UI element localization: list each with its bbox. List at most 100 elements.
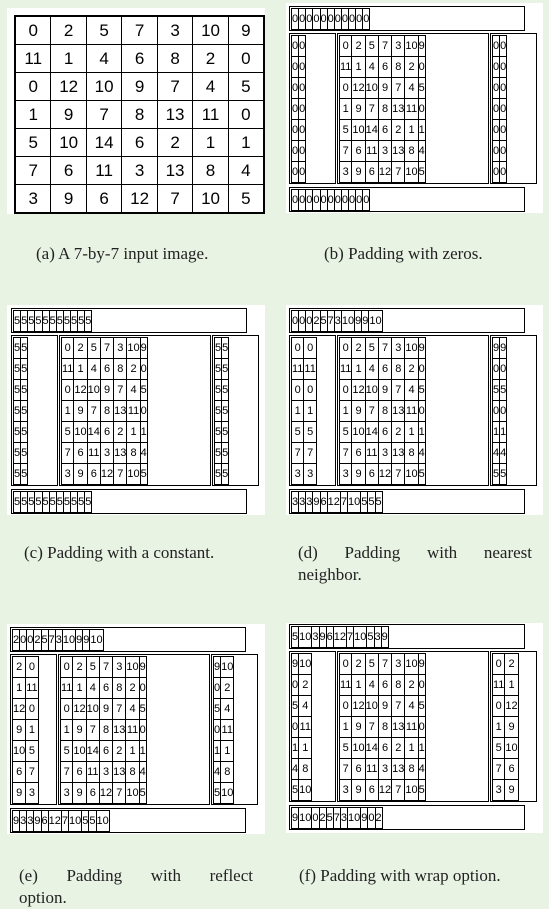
number-table: 5 10 3 9 6 12 7 10 5 3 9 bbox=[290, 626, 389, 648]
table-cell: 5 bbox=[62, 491, 72, 513]
table-cell: 9 bbox=[72, 782, 87, 804]
table-cell: 6 bbox=[121, 44, 158, 73]
table-cell: 7 bbox=[85, 719, 100, 741]
table-row: 00 bbox=[290, 119, 307, 141]
table-cell: 6 bbox=[377, 56, 393, 78]
table-row: 11 1 4 6 8 2 0 bbox=[338, 674, 426, 696]
table-row: 7 6 11 3 13 8 4 bbox=[60, 442, 148, 464]
table-row: 39 bbox=[491, 779, 519, 801]
table-row: 00 bbox=[290, 98, 307, 120]
table-cell: 2 bbox=[404, 674, 419, 696]
table-cell: 8 bbox=[113, 358, 128, 380]
table-cell: 12 bbox=[98, 782, 114, 804]
table-cell: 3 bbox=[377, 140, 393, 162]
table-cell: 0 bbox=[319, 189, 328, 211]
table-cell: 5 bbox=[55, 491, 64, 513]
table-cell: 2 bbox=[312, 310, 321, 332]
table-row: 00 bbox=[491, 119, 508, 141]
table-row: 1 9 7 8 13 11 0 bbox=[338, 716, 426, 738]
table-cell: 9 bbox=[499, 337, 508, 359]
table-cell: 13 bbox=[391, 140, 406, 162]
table-cell: 5 bbox=[227, 72, 265, 101]
table-cell: 6 bbox=[86, 463, 101, 485]
table-cell: 6 bbox=[351, 758, 366, 780]
table-cell: 0 bbox=[499, 400, 508, 422]
table-row: 00 bbox=[290, 77, 307, 99]
table-cell: 10 bbox=[298, 807, 313, 829]
table-cell: 12 bbox=[332, 626, 348, 648]
table-cell: 10 bbox=[85, 72, 123, 101]
table-cell: 4 bbox=[404, 77, 419, 99]
table-cell: 0 bbox=[290, 337, 305, 359]
table-cell: 0 bbox=[290, 716, 300, 738]
table-cell: 0 bbox=[26, 629, 35, 651]
table-cell: 1 bbox=[417, 737, 426, 759]
table-cell: 1 bbox=[351, 674, 366, 696]
table-cell: 11 bbox=[338, 358, 353, 380]
table-cell: 0 bbox=[367, 807, 376, 829]
table-cell: 9 bbox=[491, 337, 501, 359]
table-cell: 11 bbox=[220, 719, 235, 741]
table-row: 55 bbox=[213, 358, 230, 380]
table-cell: 6 bbox=[325, 626, 334, 648]
table-cell: 0 bbox=[333, 189, 342, 211]
table-cell: 3 bbox=[298, 491, 307, 513]
table-cell: 6 bbox=[364, 161, 379, 183]
table-cell: 13 bbox=[113, 400, 128, 422]
table-cell: 10 bbox=[220, 656, 235, 678]
table-cell: 5 bbox=[212, 782, 222, 804]
table-cell: 0 bbox=[139, 400, 148, 422]
panel-e-reflect-padding: 2 0 0 2 5 7 3 10 9 9 10 2 0 1 11 12 0 9 1 10 5 6 7 9 3 0 2 5 7 3 10 9 11… bbox=[7, 624, 265, 834]
table-cell: 5 bbox=[364, 337, 379, 359]
table-cell: 6 bbox=[99, 358, 115, 380]
table-cell: 11 bbox=[303, 358, 317, 380]
table-cell: 0 bbox=[362, 8, 371, 30]
table-row: 3 3 3 9 6 12 7 10 5 5 5 bbox=[290, 491, 383, 513]
table-cell: 0 bbox=[25, 698, 39, 720]
table-cell: 5 bbox=[213, 400, 223, 422]
table-row: 5 10 bbox=[290, 779, 313, 801]
panel-c-constant-padding: 5 5 5 5 5 5 5 5 5 5 5 5 5 5 5 5 5 5 5 5 5 5 5 5 5 0 2 5 7 3 10 9 11 1 4 6 8 2… bbox=[7, 305, 265, 515]
table-cell: 2 bbox=[391, 421, 406, 443]
table-cell: 0 bbox=[499, 119, 508, 141]
table-row: 3 9 6 12 7 10 5 bbox=[59, 782, 147, 804]
table-cell: 5 bbox=[12, 442, 22, 464]
table-cell: 0 bbox=[338, 337, 353, 359]
table-cell: 5 bbox=[417, 695, 426, 717]
table-cell: 0 bbox=[298, 98, 307, 120]
table-cell: 7 bbox=[377, 35, 393, 57]
table-cell: 10 bbox=[220, 782, 235, 804]
table-cell: 7 bbox=[391, 379, 406, 401]
table-cell: 3 bbox=[26, 810, 35, 832]
table-cell: 0 bbox=[298, 119, 307, 141]
number-table: 0 2 5 7 3 10 9 11 1 4 6 8 2 0 0 12 10 9 7 4 5 1 9 7 8 13 11 0 5 10 14 6… bbox=[14, 15, 265, 214]
table-cell: 6 bbox=[99, 421, 115, 443]
table-cell: 5 bbox=[34, 491, 43, 513]
table-cell: 7 bbox=[491, 758, 506, 780]
table-cell: 5 bbox=[20, 400, 29, 422]
table-cell: 0 bbox=[212, 719, 222, 741]
table-cell: 0 bbox=[290, 35, 300, 57]
table-cell: 9 bbox=[50, 100, 87, 129]
table-cell: 5 bbox=[20, 379, 29, 401]
table-cell: 12 bbox=[326, 491, 341, 513]
table-cell: 7 bbox=[332, 807, 341, 829]
table-cell: 10 bbox=[364, 379, 379, 401]
caption-a: (a) A 7-by-7 input image. bbox=[36, 244, 209, 263]
table-cell: 0 bbox=[19, 629, 28, 651]
table-cell: 5 bbox=[20, 337, 29, 359]
table-cell: 7 bbox=[112, 782, 127, 804]
caption-b: (b) Padding with zeros. bbox=[324, 244, 483, 263]
table-row: 111 bbox=[491, 674, 519, 696]
table-cell: 0 bbox=[347, 8, 357, 30]
table-cell: 2 bbox=[192, 44, 229, 73]
table-cell: 8 bbox=[377, 400, 393, 422]
table-cell: 9 bbox=[11, 782, 27, 804]
table-cell: 3 bbox=[305, 491, 314, 513]
table-row: 77 bbox=[290, 442, 317, 464]
table-cell: 4 bbox=[417, 758, 426, 780]
table-cell: 12 bbox=[47, 810, 62, 832]
table-cell: 2 bbox=[351, 337, 366, 359]
table-cell: 5 bbox=[77, 310, 86, 332]
table-cell: 7 bbox=[156, 184, 194, 214]
